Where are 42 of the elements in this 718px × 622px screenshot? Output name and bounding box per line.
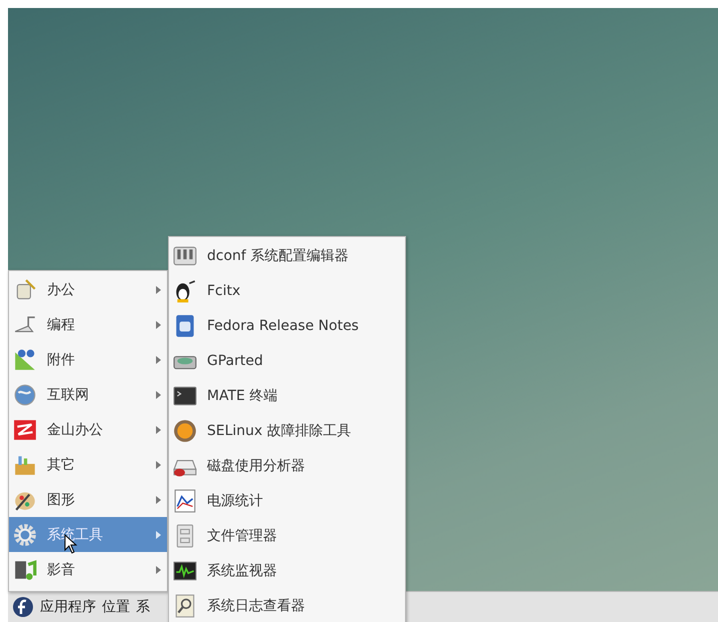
submenu-arrow-icon xyxy=(156,566,161,574)
menu-item[interactable]: 办公 xyxy=(9,272,167,307)
fedora-logo-icon[interactable] xyxy=(12,596,34,618)
menu-item[interactable]: 编程 xyxy=(9,307,167,342)
terminal-icon xyxy=(173,384,197,408)
panel-menu[interactable]: 位置 xyxy=(102,598,130,616)
zigzag-logo-icon xyxy=(13,418,37,442)
badge-icon xyxy=(173,418,197,442)
globe-icon xyxy=(13,382,37,406)
sliders-icon xyxy=(173,244,197,268)
panel-menu[interactable]: 应用程序 xyxy=(40,598,96,616)
menu-item[interactable]: Fedora Release Notes xyxy=(169,308,405,343)
menu-item[interactable]: 其它 xyxy=(9,447,167,482)
menu-item[interactable]: 系统监视器 xyxy=(169,553,405,588)
menu-item[interactable]: 附件 xyxy=(9,342,167,377)
gear-icon xyxy=(13,522,37,546)
panel-menu[interactable]: 系 xyxy=(136,598,150,616)
submenu-arrow-icon xyxy=(156,426,161,434)
menu-item[interactable]: 磁盘使用分析器 xyxy=(169,448,405,483)
monitor-graph-icon xyxy=(173,558,197,582)
menu-item[interactable]: MATE 终端 xyxy=(169,378,405,413)
submenu-arrow-icon xyxy=(156,460,161,468)
menu-item[interactable]: 文件管理器 xyxy=(169,518,405,553)
menu-item[interactable]: 影音 xyxy=(9,552,167,587)
menu-item[interactable]: 互联网 xyxy=(9,377,167,412)
menu-item[interactable]: 图形 xyxy=(9,482,167,517)
magnifier-scroll-icon xyxy=(173,594,197,618)
menu-item[interactable]: Fcitx xyxy=(169,273,405,308)
submenu-arrow-icon xyxy=(156,356,161,364)
menu-item[interactable]: SELinux 故障排除工具 xyxy=(169,413,405,448)
film-music-icon xyxy=(13,558,37,582)
submenu-arrow-icon xyxy=(156,530,161,538)
menu-item[interactable]: dconf 系统配置编辑器 xyxy=(169,238,405,273)
menu-item[interactable]: 系统日志查看器 xyxy=(169,588,405,622)
submenu-arrow-icon xyxy=(156,496,161,504)
submenu-arrow-icon xyxy=(156,390,161,398)
menu-item[interactable]: GParted xyxy=(169,343,405,378)
submenu-arrow-icon xyxy=(156,320,161,328)
menu-item[interactable]: 金山办公 xyxy=(9,412,167,447)
menu-item[interactable]: 电源统计 xyxy=(169,483,405,518)
submenu-arrow-icon xyxy=(156,286,161,294)
line-chart-icon xyxy=(173,488,197,512)
